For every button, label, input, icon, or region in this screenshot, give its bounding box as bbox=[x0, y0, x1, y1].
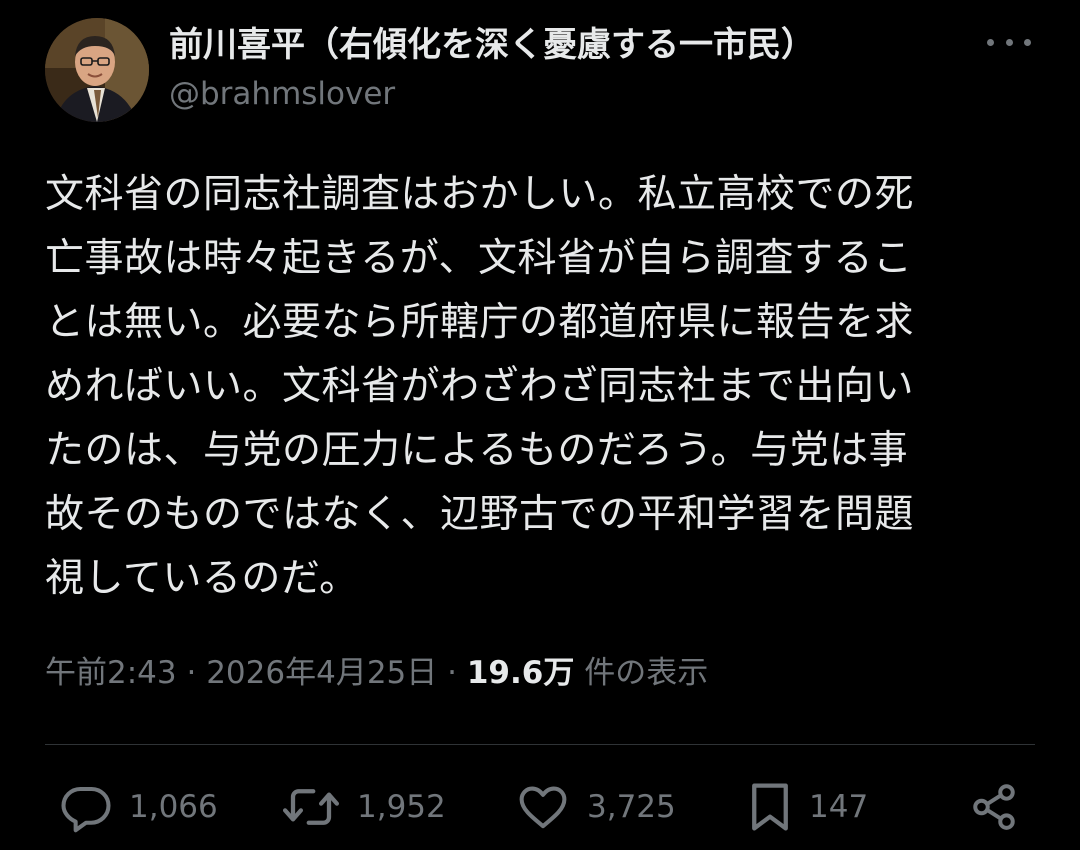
meta-separator: · bbox=[447, 655, 457, 691]
tweet-time[interactable]: 午前2:43 bbox=[45, 655, 177, 691]
tweet-text: 文科省の同志社調査はおかしい。私立高校での死 亡事故は時々起きるが、文科省が自ら… bbox=[45, 172, 915, 601]
reply-count: 1,066 bbox=[129, 789, 218, 825]
heart-icon bbox=[519, 786, 567, 829]
bookmark-count: 147 bbox=[809, 789, 869, 825]
meta-separator: · bbox=[186, 655, 197, 691]
display-name[interactable]: 前川喜平（右傾化を深く憂慮する一市民） bbox=[169, 22, 815, 68]
bookmark-button[interactable]: 147 bbox=[747, 772, 868, 842]
reply-button[interactable]: 1,066 bbox=[59, 772, 218, 842]
user-handle[interactable]: @brahmslover bbox=[169, 72, 815, 116]
views-count: 19.6万 bbox=[466, 655, 575, 691]
divider bbox=[45, 744, 1035, 745]
more-options-button[interactable] bbox=[987, 32, 1031, 52]
tweet-date[interactable]: 2026年4月25日 bbox=[206, 655, 437, 691]
like-button[interactable]: 3,725 bbox=[515, 772, 676, 842]
retweet-count: 1,952 bbox=[357, 789, 446, 825]
more-dot-icon bbox=[1005, 38, 1013, 46]
more-dot-icon bbox=[1024, 38, 1031, 46]
author-names: 前川喜平（右傾化を深く憂慮する一市民） @brahmslover bbox=[169, 22, 815, 116]
share-button[interactable] bbox=[969, 772, 1019, 842]
bookmark-icon bbox=[752, 783, 788, 831]
more-dot-icon bbox=[987, 38, 994, 46]
retweet-icon bbox=[282, 789, 340, 825]
views-label: 件の表示 bbox=[584, 655, 709, 691]
action-bar: 1,066 1,952 3,725 147 bbox=[45, 772, 1035, 842]
tweet-header: 前川喜平（右傾化を深く憂慮する一市民） @brahmslover bbox=[45, 18, 1035, 128]
profile-photo-icon bbox=[45, 18, 149, 122]
like-count: 3,725 bbox=[587, 789, 676, 825]
reply-icon bbox=[61, 786, 111, 833]
share-icon bbox=[973, 784, 1015, 830]
avatar[interactable] bbox=[45, 18, 149, 122]
retweet-button[interactable]: 1,952 bbox=[281, 772, 446, 842]
tweet-meta: 午前2:43 · 2026年4月25日 · 19.6万 件の表示 bbox=[45, 648, 708, 698]
